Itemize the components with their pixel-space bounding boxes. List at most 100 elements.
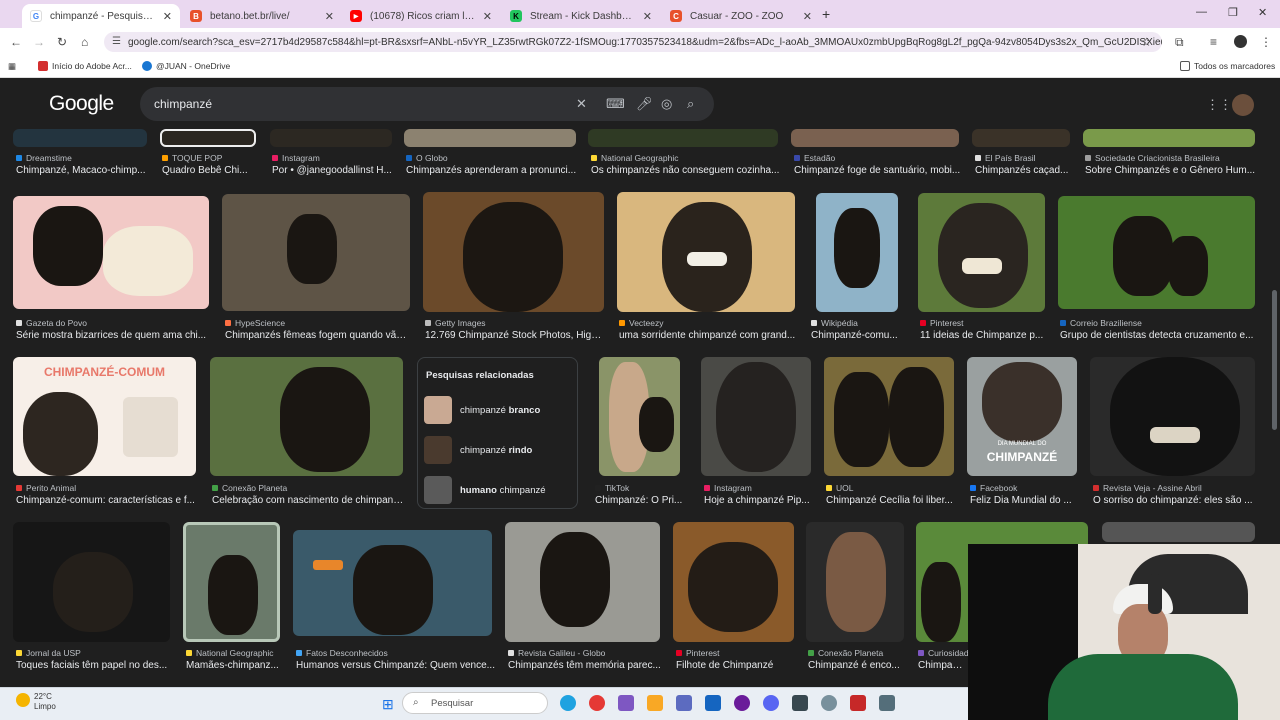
result-caption[interactable]: Chimpanzés fêmeas fogem quando vão ... [225, 330, 411, 341]
result-image[interactable] [918, 193, 1045, 312]
close-icon[interactable]: ✕ [803, 10, 812, 23]
close-icon[interactable]: ✕ [325, 10, 334, 23]
result-image[interactable] [599, 357, 680, 476]
new-tab-icon[interactable]: + [822, 6, 830, 22]
result-caption[interactable]: uma sorridente chimpanzé com grand... [619, 330, 799, 341]
window-close-icon[interactable]: ✕ [1258, 6, 1267, 19]
result-image[interactable]: CHIMPANZÉ-COMUM [13, 357, 196, 476]
apps-grid-icon[interactable]: ▦ [8, 61, 16, 72]
result-image[interactable] [210, 357, 403, 476]
menu-icon[interactable]: ⋮ [1260, 35, 1272, 49]
result-image[interactable] [13, 522, 170, 642]
result-image[interactable] [404, 129, 576, 147]
taskbar-search[interactable]: ⌕ Pesquisar [402, 692, 548, 714]
result-image[interactable]: DIA MUNDIAL DO CHIMPANZÉ [967, 357, 1077, 476]
result-caption[interactable]: Grupo de cientistas detecta cruzamento e… [1060, 330, 1256, 341]
result-image[interactable] [293, 530, 492, 636]
google-logo[interactable]: Google [49, 92, 114, 116]
keyboard-icon[interactable]: ⌨ [606, 96, 625, 112]
result-caption[interactable]: Feliz Dia Mundial do ... [970, 495, 1080, 506]
reload-icon[interactable]: ↻ [57, 35, 67, 49]
teams-icon[interactable] [676, 695, 692, 711]
app-icon[interactable] [734, 695, 750, 711]
search-icon[interactable]: ⌕ [687, 96, 694, 112]
result-image[interactable] [183, 522, 280, 642]
result-caption[interactable]: Chimpanzé-comum: características e f... [16, 495, 199, 506]
result-caption[interactable]: Toques faciais têm papel no des... [16, 660, 173, 671]
result-caption[interactable]: Celebração com nascimento de chimpanz... [212, 495, 405, 506]
result-caption[interactable]: Por • @janegoodallinst H... [272, 165, 394, 176]
result-image[interactable] [673, 522, 794, 642]
app-icon[interactable] [792, 695, 808, 711]
close-icon[interactable]: ✕ [163, 10, 172, 23]
weather-widget[interactable]: 22°C Limpo [16, 692, 56, 712]
all-bookmarks[interactable]: Todos os marcadores [1180, 61, 1275, 71]
result-caption[interactable]: 12.769 Chimpanzé Stock Photos, High... [425, 330, 605, 341]
forward-icon[interactable]: → [33, 35, 45, 49]
explorer-icon[interactable] [647, 695, 663, 711]
outlook-icon[interactable] [705, 695, 721, 711]
result-image[interactable] [222, 194, 410, 311]
bookmark-adobe[interactable]: Início do Adobe Acr... [38, 61, 132, 71]
result-image[interactable] [13, 196, 209, 309]
search-box[interactable]: chimpanzé [140, 87, 714, 121]
chrome-icon[interactable] [589, 695, 605, 711]
result-caption[interactable]: Sobre Chimpanzés e o Gênero Hum... [1085, 165, 1257, 176]
related-item-rindo[interactable]: chimpanzé rindo [424, 435, 572, 465]
close-icon[interactable]: ✕ [483, 10, 492, 23]
tab-kick[interactable]: K Stream - Kick Dashboard ✕ [502, 4, 660, 28]
result-image[interactable] [588, 129, 778, 147]
result-caption[interactable]: Os chimpanzés não conseguem cozinha... [591, 165, 781, 176]
settings-icon[interactable] [821, 695, 837, 711]
result-image[interactable] [824, 357, 954, 476]
close-icon[interactable]: ✕ [643, 10, 652, 23]
search-input[interactable]: chimpanzé [154, 97, 212, 111]
result-image[interactable] [791, 129, 959, 147]
result-caption[interactable]: Chimpanzé Cecília foi liber... [826, 495, 956, 506]
result-image[interactable] [423, 192, 604, 312]
mic-icon[interactable]: 🎤︎ [636, 96, 653, 112]
tab-youtube[interactable]: ▶ (10678) Ricos criam leões como✕ [342, 4, 500, 28]
bookmark-star-icon[interactable]: ☆ [1141, 35, 1152, 49]
result-caption[interactable]: Chimpanzés caçad... [975, 165, 1075, 176]
media-icon[interactable]: ≡ [1210, 35, 1217, 49]
restore-icon[interactable]: ❐ [1228, 6, 1238, 19]
home-icon[interactable]: ⌂ [81, 35, 88, 49]
result-image[interactable] [1083, 129, 1255, 147]
calculator-icon[interactable] [879, 695, 895, 711]
result-caption[interactable]: Chimpanzé, Macaco-chimp... [16, 165, 150, 176]
windows-start-icon[interactable]: ⊞ [382, 696, 394, 713]
result-caption[interactable]: Chimpanzés têm memória parec... [508, 660, 663, 671]
result-caption[interactable]: Chimpanzé-comu... [811, 330, 901, 341]
result-image[interactable] [816, 193, 898, 312]
profile-avatar[interactable] [1234, 35, 1247, 48]
account-avatar[interactable] [1232, 94, 1254, 116]
result-caption[interactable]: 11 ideias de Chimpanze p... [920, 330, 1048, 341]
result-image[interactable] [160, 129, 256, 147]
back-icon[interactable]: ← [10, 35, 22, 49]
result-caption[interactable]: Chimpanzé [918, 660, 968, 671]
extensions-icon[interactable]: ⧉ [1175, 35, 1184, 50]
tab-betano[interactable]: B betano.bet.br/live/✕ [182, 4, 342, 28]
site-info-icon[interactable]: ☰ [112, 36, 121, 47]
clear-icon[interactable]: ✕ [576, 96, 587, 112]
result-image[interactable] [1102, 522, 1255, 542]
result-caption[interactable]: Mamães-chimpanz... [186, 660, 286, 671]
result-image[interactable] [1090, 357, 1255, 476]
result-image[interactable] [972, 129, 1070, 147]
result-caption[interactable]: Série mostra bizarrices de quem ama chi.… [16, 330, 212, 341]
result-image[interactable] [505, 522, 660, 642]
result-caption[interactable]: Humanos versus Chimpanzé: Quem vence... [296, 660, 496, 671]
result-image[interactable] [701, 357, 811, 476]
tab-casuar[interactable]: C Casuar - ZOO - ZOO ✕ [662, 4, 820, 28]
edge-icon[interactable] [560, 695, 576, 711]
result-caption[interactable]: Chimpanzé: O Pri... [595, 495, 685, 506]
result-image[interactable] [1058, 196, 1255, 309]
related-item-branco[interactable]: chimpanzé branco [424, 395, 572, 425]
result-image[interactable] [13, 129, 147, 147]
copilot-icon[interactable] [618, 695, 634, 711]
related-item-humano[interactable]: humano chimpanzé [424, 475, 572, 505]
result-caption[interactable]: Quadro Bebê Chi... [162, 165, 262, 176]
result-image[interactable] [270, 129, 392, 147]
result-caption[interactable]: Hoje a chimpanzé Pip... [704, 495, 814, 506]
